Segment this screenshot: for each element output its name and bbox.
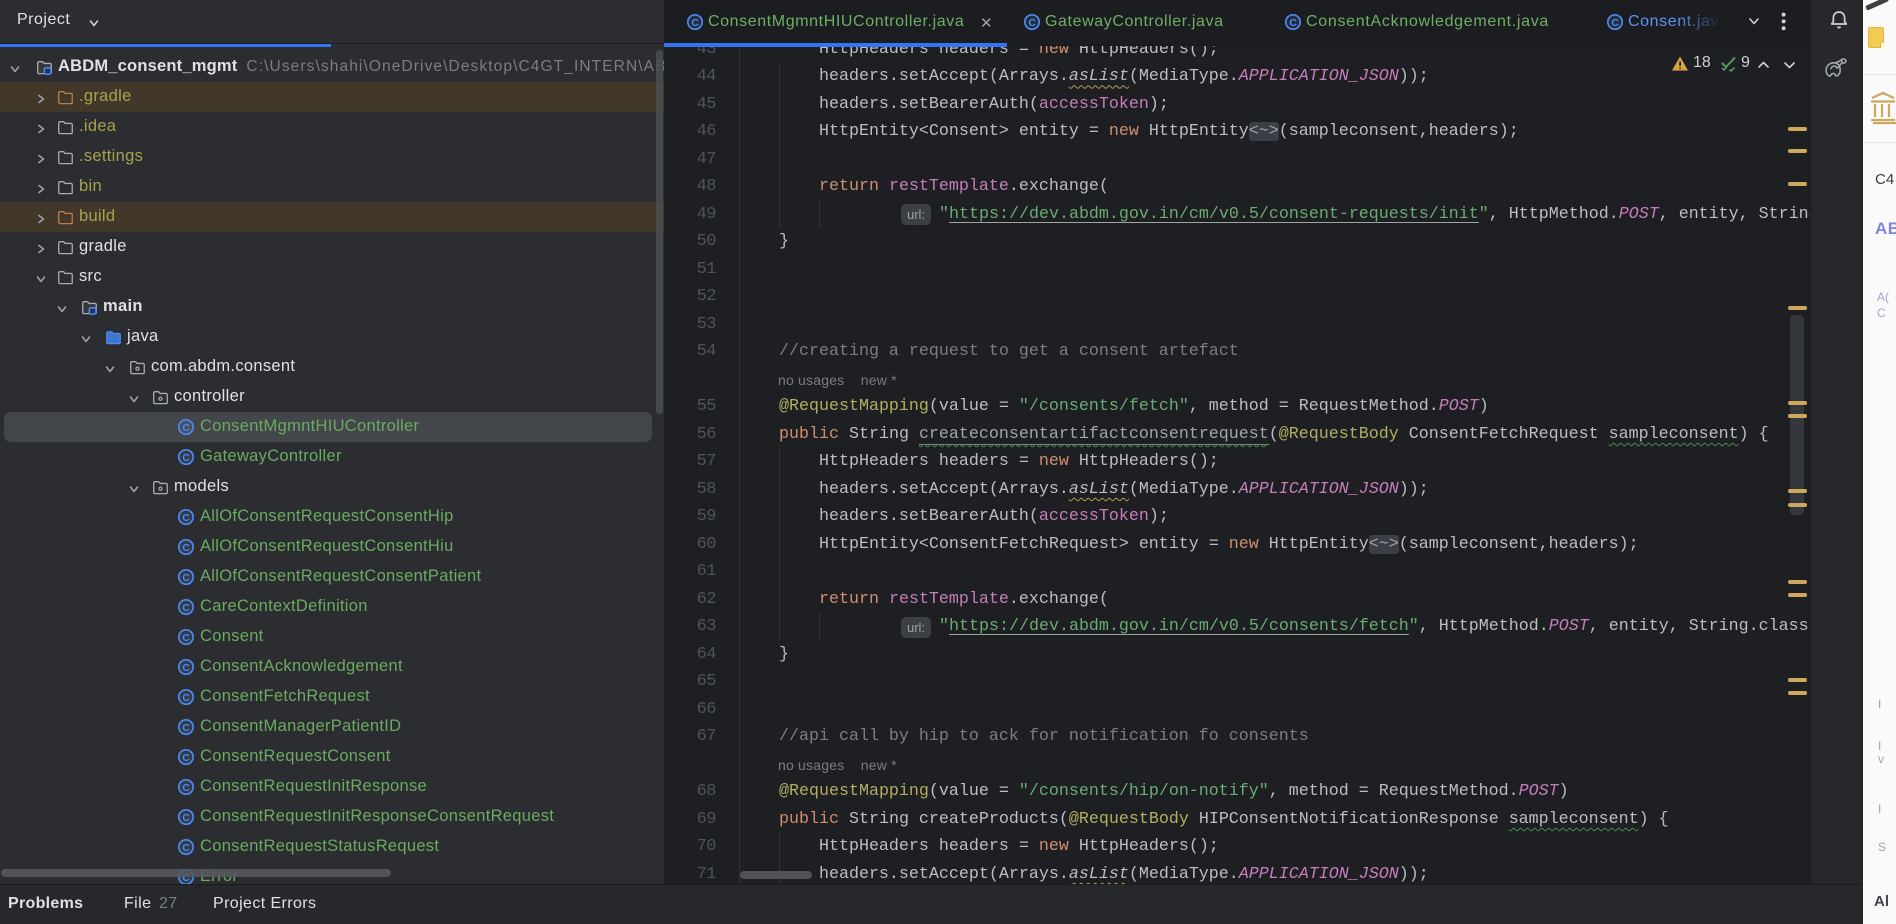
svg-text:C: C <box>182 632 190 644</box>
svg-text:C: C <box>1289 17 1297 29</box>
svg-text:C: C <box>182 422 190 434</box>
svg-text:C: C <box>182 842 190 854</box>
svg-text:C: C <box>1028 17 1036 29</box>
svg-text:C: C <box>182 812 190 824</box>
svg-text:C: C <box>691 17 699 29</box>
svg-text:C: C <box>182 602 190 614</box>
svg-text:C: C <box>182 752 190 764</box>
svg-text:C: C <box>1611 17 1619 29</box>
svg-text:C: C <box>182 542 190 554</box>
svg-text:C: C <box>182 782 190 794</box>
svg-text:C: C <box>182 452 190 464</box>
svg-text:C: C <box>182 722 190 734</box>
svg-text:C: C <box>182 662 190 674</box>
svg-text:C: C <box>182 572 190 584</box>
svg-text:C: C <box>182 692 190 704</box>
svg-text:C: C <box>182 512 190 524</box>
